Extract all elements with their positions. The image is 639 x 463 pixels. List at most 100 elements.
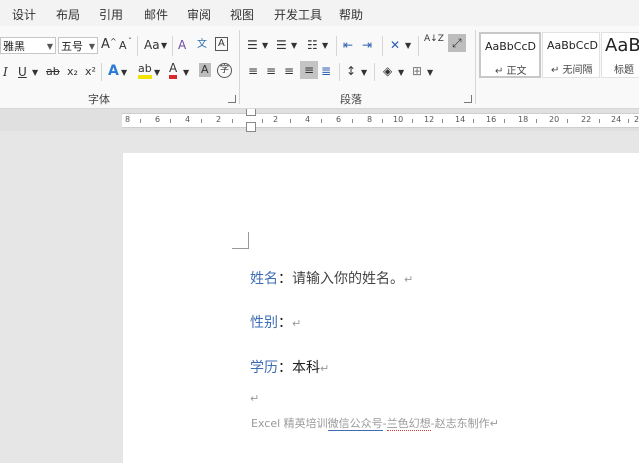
ruler-tick (232, 119, 233, 123)
align-right-icon[interactable]: ≡ (284, 63, 294, 79)
tab-references[interactable]: 引用 (99, 6, 123, 23)
education-value[interactable]: 本科 (292, 360, 320, 376)
numbering-icon[interactable]: ☰ (276, 37, 287, 53)
text-effects-button[interactable]: A (108, 63, 119, 79)
show-marks-button[interactable]: ⤢ (448, 34, 466, 52)
font-size-combo[interactable]: 五号 ▼ (58, 37, 98, 54)
chevron-down-icon[interactable]: ▼ (361, 65, 367, 81)
ruler-tick (170, 119, 171, 123)
justify-icon: ≡ (304, 63, 315, 77)
chevron-down-icon[interactable]: ▼ (427, 65, 433, 81)
shading-icon[interactable]: ◈ (383, 63, 392, 79)
superscript-button[interactable]: x² (85, 64, 96, 80)
style-sample: AaB (605, 35, 639, 56)
first-line-indent-marker[interactable] (246, 109, 256, 116)
footer-text: -赵志东制作↵ (430, 417, 499, 430)
ruler-tick (140, 119, 141, 123)
chevron-down-icon[interactable]: ▼ (183, 65, 189, 81)
doc-empty-line[interactable]: ↵ (250, 390, 259, 406)
align-center-icon[interactable]: ≡ (266, 63, 276, 79)
chevron-down-icon[interactable]: ▼ (405, 38, 411, 54)
chevron-down-icon[interactable]: ▼ (291, 38, 297, 54)
chevron-down-icon[interactable]: ▼ (89, 38, 95, 55)
tab-layout[interactable]: 布局 (56, 6, 80, 23)
bullets-icon[interactable]: ☰ (247, 37, 258, 53)
education-label: 学历 (250, 360, 278, 376)
enclose-char-button[interactable]: 字 (217, 63, 232, 78)
chevron-down-icon[interactable]: ▼ (262, 38, 268, 54)
strikethrough-button[interactable]: ab (46, 64, 60, 80)
divider (137, 36, 138, 56)
clear-format-button[interactable]: A (178, 37, 186, 53)
font-name-value: 雅黑 (3, 40, 25, 53)
multilevel-list-icon[interactable]: ☷ (307, 37, 318, 53)
decrease-indent-icon[interactable]: ⇤ (343, 37, 353, 53)
sort-button[interactable]: A↓Z (424, 34, 444, 44)
gender-label: 性别 (250, 315, 278, 331)
font-color-button[interactable]: A (169, 62, 178, 79)
doc-line-education[interactable]: 学历：本科↵ (250, 357, 329, 377)
paragraph-dialog-launcher-icon[interactable] (464, 95, 472, 103)
borders-icon[interactable]: ⊞ (412, 63, 422, 79)
doc-line-name[interactable]: 姓名：请输入你的姓名。↵ (250, 268, 413, 288)
name-placeholder[interactable]: 请输入你的姓名。 (292, 271, 404, 287)
tab-developer[interactable]: 开发工具 (274, 6, 322, 23)
ruler-label: 2 (273, 115, 279, 124)
chevron-down-icon[interactable]: ▼ (398, 65, 404, 81)
subscript-button[interactable]: x₂ (67, 64, 78, 80)
tab-help[interactable]: 帮助 (339, 6, 363, 23)
style-normal[interactable]: AaBbCcD ↵ 正文 (479, 32, 541, 78)
asian-layout-icon[interactable]: ✕ (390, 37, 400, 53)
doc-line-gender[interactable]: 性别：↵ (250, 312, 301, 332)
style-no-spacing[interactable]: AaBbCcD ↵ 无间隔 (542, 32, 600, 78)
phonetic-guide-button[interactable]: 文 (197, 37, 207, 53)
italic-button[interactable]: I (3, 64, 8, 80)
line-spacing-icon[interactable]: ↕ (346, 63, 356, 79)
increase-indent-icon[interactable]: ⇥ (362, 37, 372, 53)
chevron-down-icon[interactable]: ▼ (154, 65, 160, 81)
char-border-button[interactable]: A (215, 37, 228, 51)
tab-mailings[interactable]: 邮件 (144, 6, 168, 23)
font-name-combo[interactable]: 雅黑 ▼ (0, 37, 56, 54)
divider (339, 63, 340, 81)
margin-corner-mark (232, 232, 249, 249)
left-indent-marker[interactable] (246, 122, 256, 132)
shrink-font-button[interactable]: A (119, 38, 127, 54)
tab-review[interactable]: 审阅 (187, 6, 211, 23)
credit-footer: Excel 精英培训微信公众号-兰色幻想-赵志东制作↵ (251, 415, 499, 431)
style-heading[interactable]: AaB 标题 (601, 32, 639, 78)
ruler-tick (536, 119, 537, 123)
footer-text: Excel 精英培训 (251, 417, 328, 430)
grow-font-button[interactable]: A (101, 37, 110, 53)
divider (172, 36, 173, 56)
ruler-tick (599, 119, 600, 123)
group-divider (475, 30, 476, 104)
chevron-down-icon[interactable]: ▼ (161, 38, 167, 54)
ruler-label: 12 (424, 115, 435, 124)
chevron-down-icon[interactable]: ▼ (32, 65, 38, 81)
ruler-label: 8 (125, 115, 131, 124)
tab-design[interactable]: 设计 (12, 6, 36, 23)
ruler-label: 6 (155, 115, 161, 124)
chevron-down-icon[interactable]: ▼ (121, 65, 127, 81)
group-divider (239, 30, 240, 104)
divider (374, 63, 375, 81)
tab-view[interactable]: 视图 (230, 6, 254, 23)
chevron-down-icon[interactable]: ▼ (47, 38, 53, 55)
ruler-label: 16 (486, 115, 497, 124)
underline-button[interactable]: U (18, 64, 27, 80)
style-name: 标题 (614, 65, 634, 76)
horizontal-ruler[interactable]: 8 6 4 2 2 4 6 8 10 12 14 16 18 20 22 24 … (0, 109, 639, 132)
ruler-label: 8 (367, 115, 373, 124)
ruler-tick (262, 119, 263, 123)
font-dialog-launcher-icon[interactable] (228, 95, 236, 103)
char-shading-button[interactable]: A (199, 63, 211, 77)
chevron-down-icon[interactable]: ▼ (322, 38, 328, 54)
divider (101, 63, 102, 81)
highlight-button[interactable]: ab (138, 62, 152, 79)
paragraph-mark: ↵ (250, 392, 260, 405)
justify-button[interactable]: ≡ (300, 61, 318, 79)
distributed-icon[interactable]: ≣ (321, 63, 331, 79)
change-case-button[interactable]: Aa (144, 37, 160, 53)
align-left-icon[interactable]: ≡ (248, 63, 258, 79)
